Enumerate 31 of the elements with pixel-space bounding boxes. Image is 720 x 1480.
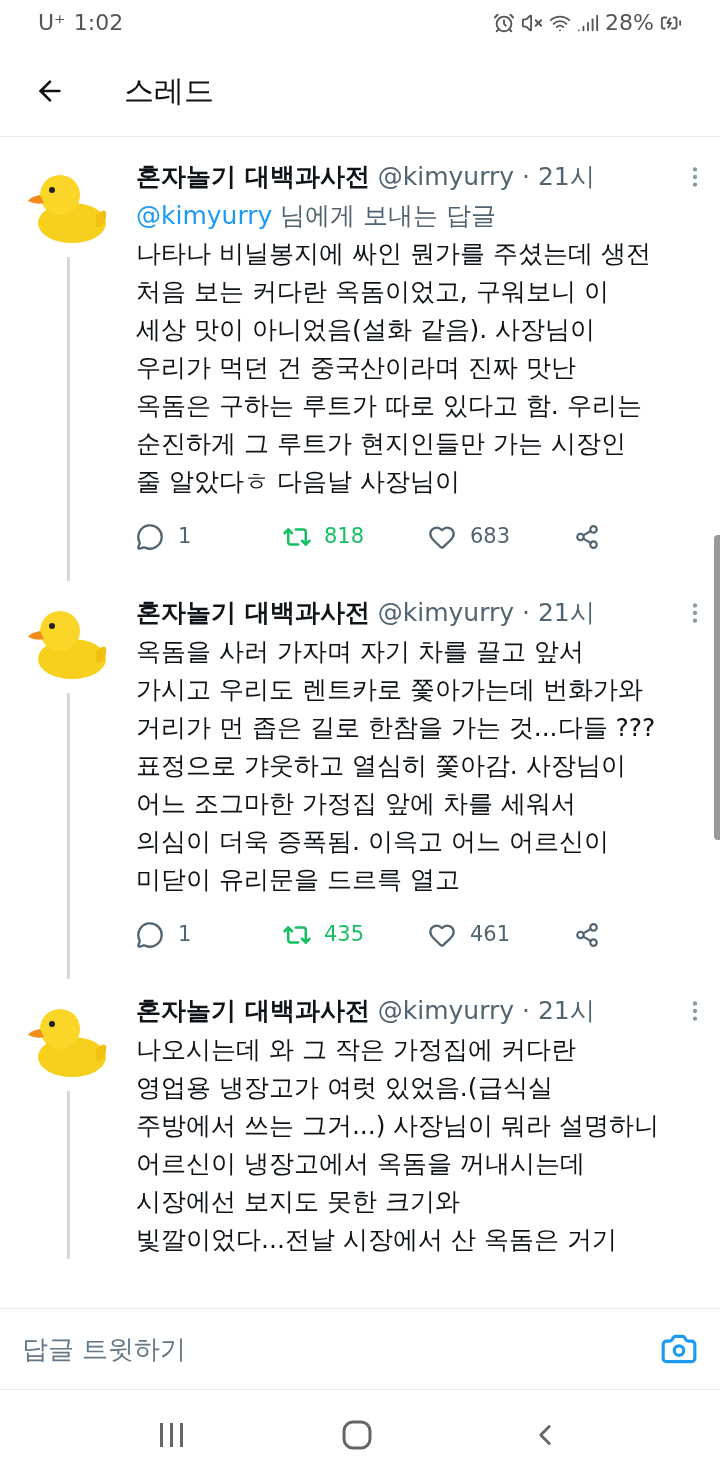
- like-icon[interactable]: [428, 921, 456, 949]
- tweet-text: 옥돔을 사러 가자며 자기 차를 끌고 앞서 가시고 우리도 렌트카로 쫓아가는데 번화가와 거리가 먼 좁은 길로 한참을 가는 것...다들 ??? 표정으로 갸웃하고 열심히 쫓아감. 사장님이 어느 조그마한 가정집 앞에 차를 세워서 의심이 더욱 증폭됨. 이윽고 어느 어르신이 미닫이 유리문을 드르륵 열고: [136, 636, 657, 896]
- mention-link[interactable]: @kimyurry: [136, 201, 273, 230]
- tweet-text: 나타나 비닐봉지에 싸인 뭔가를 주셨는데 생전 처음 보는 커다란 옥돔이었고, 구워보니 이 세상 맛이 아니었음(설화 같음). 사장님이 우리가 먹던 건 중국산이라며 진짜 맛난 옥돔은 구하는 루트가 따로 있다고 함. 우리는 순진하게 그 루트가 현지인들만 가는 시장인 줄 알았다ㅎ 다음날 사장님이: [136, 238, 652, 498]
- reply-icon[interactable]: [136, 523, 164, 551]
- clock: 1:02: [73, 9, 124, 37]
- alarm-icon: [493, 11, 516, 34]
- author-name: 혼자놀기 대백과사전: [136, 995, 370, 1028]
- tweet-text: 나오시는데 와 그 작은 가정집에 커다란 영업용 냉장고가 여럿 있었음.(급식실 주방에서 쓰는 그거...) 사장님이 뭐라 설명하니 어르신이 냉장고에서 옥돔을 꺼내시는데 시장에선 보지도 못한 크기와 빛깔이었다...전날 시장에서 산 옥돔은 거기: [136, 1034, 661, 1256]
- handle-and-time: @kimyurry · 21시: [377, 995, 595, 1028]
- battery-percent: 28%: [605, 9, 654, 37]
- author-name: 혼자놀기 대백과사전: [136, 597, 370, 630]
- reply-count: 1: [178, 921, 192, 949]
- retweet-count: 435: [324, 921, 365, 949]
- like-count: 461: [470, 921, 511, 949]
- handle-and-time: @kimyurry · 21시: [377, 597, 595, 630]
- share-icon[interactable]: [574, 524, 600, 550]
- home-icon[interactable]: [342, 1420, 372, 1450]
- carrier: U⁺: [38, 9, 66, 37]
- share-icon[interactable]: [574, 922, 600, 948]
- reply-input-field[interactable]: 답글 트윗하기: [22, 1329, 660, 1369]
- header-title: 스레드: [124, 72, 214, 110]
- retweet-count: 818: [324, 523, 365, 551]
- reply-icon[interactable]: [136, 921, 164, 949]
- reply-count: 1: [178, 523, 192, 551]
- author-name: 혼자놀기 대백과사전: [136, 161, 370, 194]
- like-count: 683: [470, 523, 511, 551]
- like-icon[interactable]: [428, 523, 456, 551]
- recent-apps-icon[interactable]: [158, 1422, 186, 1448]
- reply-context: @kimyurry 님에게 보내는 답글: [136, 200, 498, 232]
- handle-and-time: @kimyurry · 21시: [377, 161, 595, 194]
